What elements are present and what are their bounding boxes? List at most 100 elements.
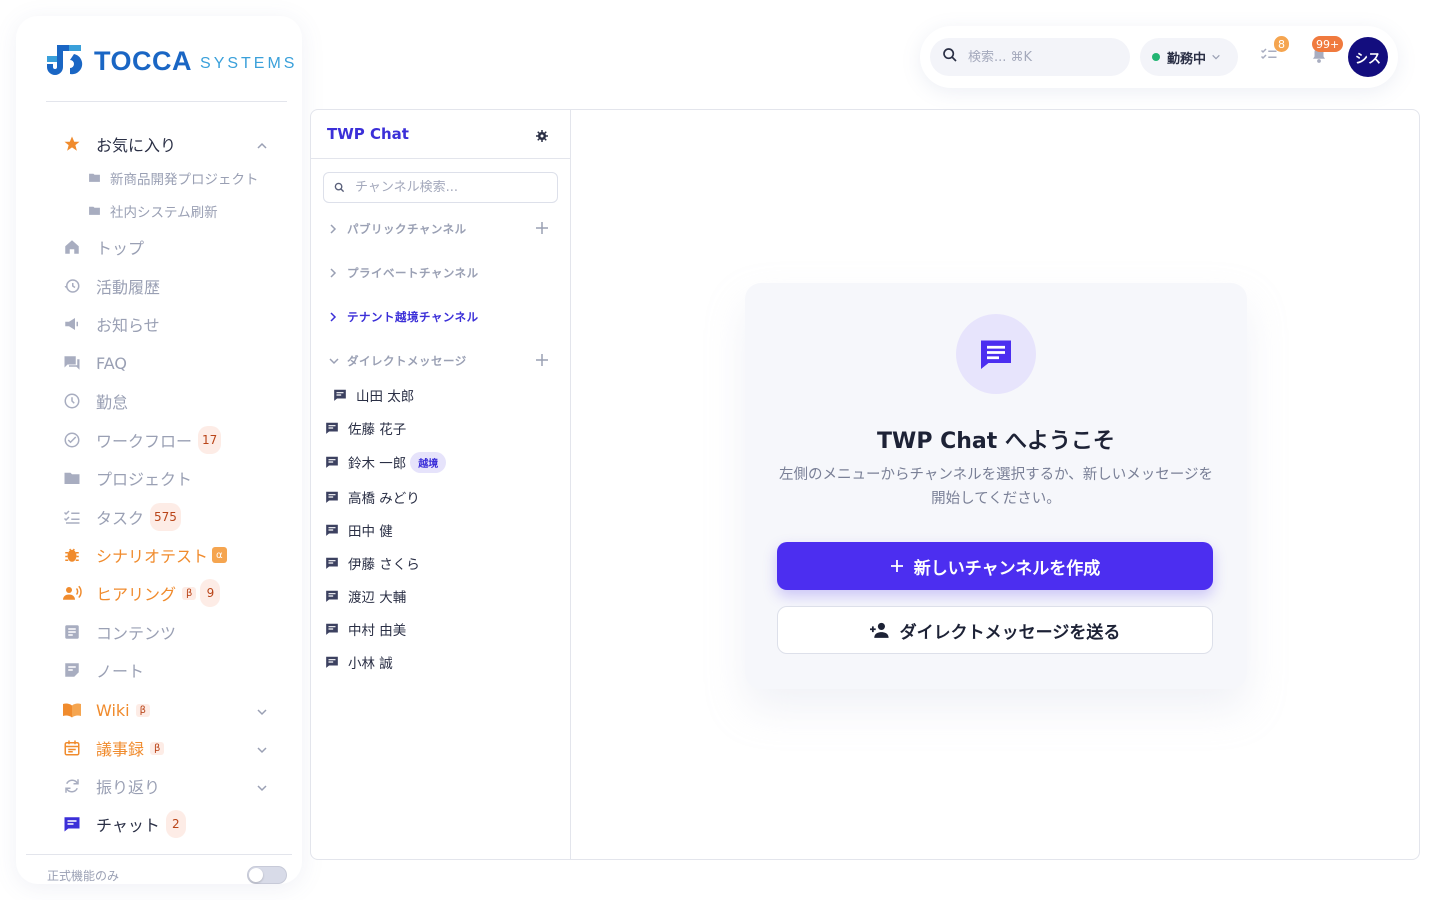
gear-icon[interactable]	[536, 127, 548, 146]
section-label: パブリックチャンネル	[347, 222, 467, 236]
sidebar-item-attendance[interactable]: 勤怠	[62, 386, 282, 416]
brand-sub: SYSTEMS	[200, 54, 298, 72]
sidebar-item-hearing[interactable]: ヒアリング β 9	[62, 578, 282, 608]
megaphone-icon	[62, 314, 82, 334]
tocca-logo-icon	[47, 45, 83, 75]
chat-icon	[325, 455, 339, 469]
sidebar: TOCCA SYSTEMS お気に入り 新商品開発プロジェクト 社内システム刷新…	[16, 16, 302, 884]
chevron-right-icon	[329, 268, 341, 278]
dm-item[interactable]: 田中 健	[325, 518, 393, 542]
sidebar-item-news[interactable]: お知らせ	[62, 309, 282, 339]
section-tenant-channels[interactable]: テナント越境チャンネル	[329, 307, 549, 327]
welcome-title: TWP Chat へようこそ	[877, 429, 1115, 454]
sidebar-item-minutes[interactable]: 議事録 β	[62, 733, 282, 763]
chat-title: TWP Chat	[327, 125, 409, 143]
sidebar-item-scenario-test[interactable]: シナリオテスト α	[62, 540, 282, 570]
create-channel-button[interactable]: 新しいチャンネルを作成	[777, 542, 1213, 590]
dm-item[interactable]: 伊藤 さくら	[325, 551, 420, 575]
notifications-badge: 99+	[1312, 36, 1344, 52]
chevron-down-icon[interactable]	[256, 779, 268, 798]
sidebar-item-note[interactable]: ノート	[62, 655, 282, 685]
chat-icon	[325, 490, 339, 504]
chevron-right-icon	[329, 312, 341, 322]
dm-name: 渡辺 大輔	[348, 590, 407, 606]
tasklist-icon	[62, 507, 82, 527]
chat-bubble-icon	[956, 314, 1036, 394]
sidebar-item-favorites[interactable]: お気に入り	[62, 129, 282, 159]
dm-item[interactable]: 中村 由美	[325, 617, 406, 641]
global-search-input[interactable]	[968, 49, 1108, 65]
sidebar-item-faq[interactable]: FAQ	[62, 348, 282, 378]
history-icon	[62, 276, 82, 296]
sidebar-item-label: トップ	[96, 239, 145, 258]
chevron-down-icon[interactable]	[256, 741, 268, 760]
official-only-toggle[interactable]	[247, 866, 287, 884]
send-dm-button[interactable]: ダイレクトメッセージを送る	[777, 606, 1213, 654]
sidebar-item-label: お気に入り	[96, 136, 177, 155]
add-dm-icon[interactable]	[535, 353, 549, 370]
create-channel-label: 新しいチャンネルを作成	[913, 558, 1101, 579]
sidebar-item-label: ノート	[96, 662, 145, 681]
section-direct-messages[interactable]: ダイレクトメッセージ	[329, 351, 549, 371]
channel-search-input[interactable]	[355, 180, 545, 195]
chat-panel: TWP Chat パブリックチャンネル プライベートチャンネル テナント越境チャ…	[310, 109, 1420, 860]
sidebar-item-project[interactable]: プロジェクト	[62, 463, 282, 493]
dm-item[interactable]: 佐藤 花子	[325, 416, 406, 440]
sidebar-item-top[interactable]: トップ	[62, 232, 282, 262]
sidebar-item-label: Wiki	[96, 700, 130, 720]
dm-item[interactable]: 鈴木 一郎 越境	[325, 450, 447, 474]
logo-divider	[46, 101, 287, 102]
dm-name: 高橋 みどり	[348, 491, 420, 507]
toggle-knob	[249, 868, 263, 882]
sidebar-item-label: 勤怠	[96, 393, 129, 412]
favorite-label: 社内システム刷新	[110, 205, 218, 221]
sidebar-item-contents[interactable]: コンテンツ	[62, 617, 282, 647]
add-channel-icon[interactable]	[535, 221, 549, 238]
global-search[interactable]	[930, 38, 1130, 76]
favorite-item[interactable]: 新商品開発プロジェクト	[88, 166, 259, 190]
alpha-tag: α	[212, 547, 227, 563]
section-public-channels[interactable]: パブリックチャンネル	[329, 219, 549, 239]
chevron-down-icon[interactable]	[256, 703, 268, 722]
dm-item[interactable]: 山田 太郎	[333, 383, 414, 407]
dm-item[interactable]: 渡辺 大輔	[325, 584, 406, 608]
chat-icon	[325, 589, 339, 603]
chat-icon	[325, 421, 339, 435]
workflow-count-badge: 17	[198, 426, 222, 454]
book-icon	[62, 700, 82, 720]
topbar: 勤務中 8 99+ シス	[920, 26, 1398, 88]
chevron-up-icon[interactable]	[256, 137, 268, 156]
refresh-icon	[62, 776, 82, 796]
sidebar-item-label: タスク	[96, 509, 145, 528]
favorite-item[interactable]: 社内システム刷新	[88, 199, 218, 223]
search-icon	[334, 178, 345, 197]
search-icon	[942, 47, 958, 67]
folder-icon	[88, 171, 102, 185]
section-label: プライベートチャンネル	[347, 266, 479, 280]
user-avatar[interactable]: シス	[1348, 37, 1388, 77]
star-icon	[62, 134, 82, 154]
section-private-channels[interactable]: プライベートチャンネル	[329, 263, 549, 283]
work-status-dropdown[interactable]: 勤務中	[1140, 38, 1238, 76]
welcome-card: TWP Chat へようこそ 左側のメニューからチャンネルを選択するか、新しいメ…	[745, 283, 1247, 689]
sidebar-item-workflow[interactable]: ワークフロー 17	[62, 425, 282, 455]
brand-logo[interactable]: TOCCA SYSTEMS	[46, 42, 297, 80]
sidebar-item-wiki[interactable]: Wiki β	[62, 695, 282, 725]
chevron-down-icon	[329, 357, 341, 365]
sidebar-item-tasks[interactable]: タスク 575	[62, 502, 282, 532]
sidebar-item-retrospective[interactable]: 振り返り	[62, 771, 282, 801]
section-label: テナント越境チャンネル	[347, 310, 479, 324]
online-status-dot	[1152, 53, 1160, 61]
send-dm-label: ダイレクトメッセージを送る	[899, 622, 1121, 643]
sidebar-item-chat[interactable]: チャット 2	[62, 809, 282, 839]
dm-item[interactable]: 小林 誠	[325, 650, 393, 674]
channel-header: TWP Chat	[311, 110, 570, 159]
sidebar-item-history[interactable]: 活動履歴	[62, 271, 282, 301]
channel-search[interactable]	[323, 172, 558, 203]
official-only-label: 正式機能のみ	[47, 869, 120, 883]
dm-item[interactable]: 高橋 みどり	[325, 485, 420, 509]
interview-icon	[62, 583, 82, 603]
chat-icon	[325, 622, 339, 636]
tasks-badge: 8	[1274, 36, 1289, 52]
dm-name: 山田 太郎	[356, 389, 415, 405]
